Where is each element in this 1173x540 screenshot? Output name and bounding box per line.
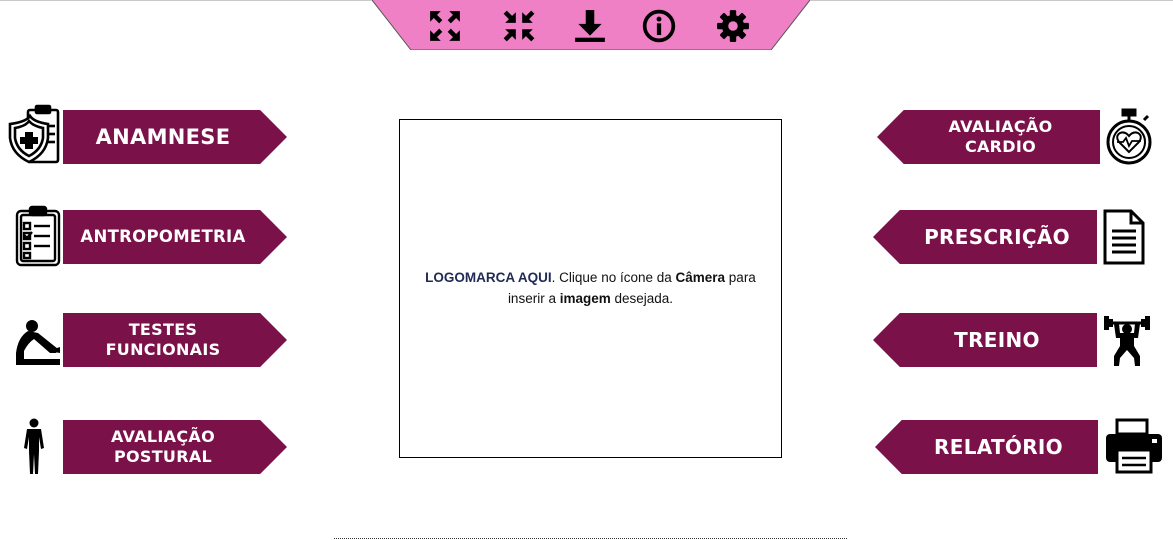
antropometria-button[interactable]: ANTROPOMETRIA [63, 210, 287, 264]
testes-funcionais-button[interactable]: TESTES FUNCIONAIS [63, 313, 287, 367]
stretching-person-icon [10, 317, 62, 369]
prescricao-button[interactable]: PRESCRIÇÃO [873, 210, 1097, 264]
treino-label: TREINO [954, 327, 1040, 352]
heart-stopwatch-icon [1104, 108, 1154, 166]
logo-text-1: . Clique no ícone da [551, 270, 676, 286]
compress-icon[interactable] [501, 8, 537, 44]
human-body-icon [20, 418, 48, 476]
gear-icon[interactable] [715, 8, 751, 44]
prescricao-label: PRESCRIÇÃO [924, 224, 1070, 249]
checklist-clipboard-icon [15, 205, 61, 267]
expand-icon[interactable] [427, 8, 463, 44]
antropometria-label: ANTROPOMETRIA [80, 226, 246, 246]
bottom-dotted-divider [334, 538, 847, 539]
avaliacao-cardio-label: AVALIAÇÃO CARDIO [948, 117, 1053, 156]
logo-placeholder-text: LOGOMARCA AQUI. Clique no ícone da Câmer… [414, 268, 767, 309]
relatorio-label: RELATÓRIO [934, 434, 1063, 459]
logo-bold-camera: Câmera [675, 270, 726, 286]
document-icon [1103, 209, 1145, 265]
health-shield-clipboard-icon [8, 104, 60, 166]
anamnese-button[interactable]: ANAMNESE [63, 110, 287, 164]
avaliacao-postural-button[interactable]: AVALIAÇÃO POSTURAL [63, 420, 287, 474]
download-icon[interactable] [572, 8, 608, 44]
avaliacao-cardio-button[interactable]: AVALIAÇÃO CARDIO [877, 110, 1100, 164]
logo-bold-imagem: imagem [559, 290, 611, 306]
info-icon[interactable] [641, 8, 677, 44]
anamnese-label: ANAMNESE [95, 124, 231, 149]
treino-button[interactable]: TREINO [873, 313, 1097, 367]
logo-placeholder[interactable]: LOGOMARCA AQUI. Clique no ícone da Câmer… [399, 119, 782, 458]
weightlifter-icon [1102, 312, 1152, 368]
printer-icon [1104, 418, 1164, 474]
avaliacao-postural-label: AVALIAÇÃO POSTURAL [111, 427, 215, 466]
logo-text-3: desejada. [610, 290, 674, 306]
logo-highlight: LOGOMARCA AQUI [425, 270, 552, 286]
testes-funcionais-label: TESTES FUNCIONAIS [105, 320, 221, 359]
relatorio-button[interactable]: RELATÓRIO [875, 420, 1098, 474]
